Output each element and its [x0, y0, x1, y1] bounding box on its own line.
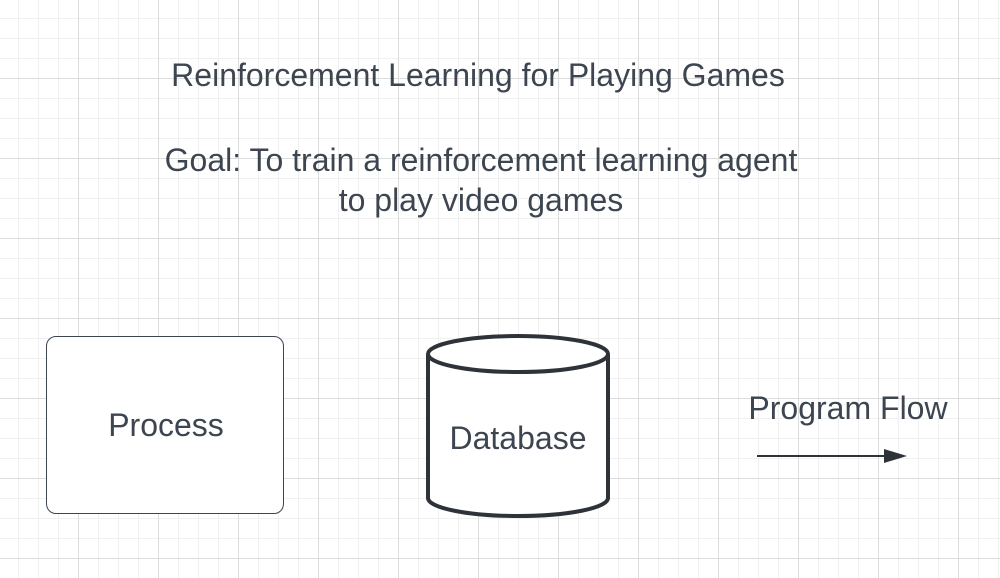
arrow-head-icon	[884, 449, 907, 463]
database-label: Database	[449, 420, 587, 456]
program-flow-arrow[interactable]	[757, 449, 907, 463]
program-flow-label: Program Flow	[748, 390, 948, 426]
diagram-shapes	[426, 334, 907, 518]
database-top	[426, 334, 610, 374]
